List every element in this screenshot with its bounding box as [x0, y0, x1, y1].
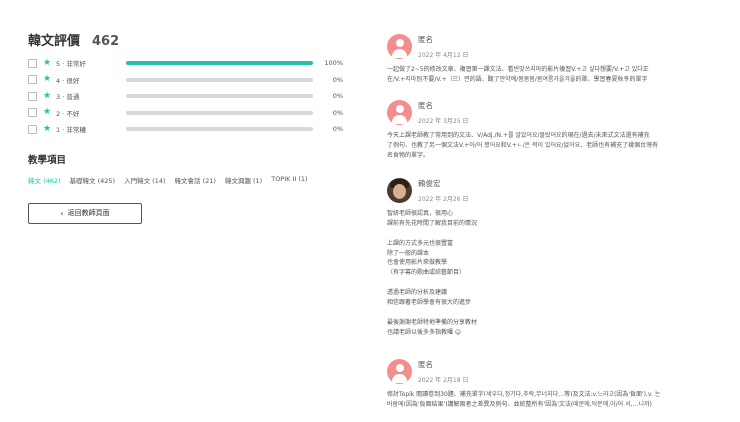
subject-tab-topik[interactable]: TOPIK II (1)	[271, 175, 307, 185]
review-text: 修討Topik 閱讀卷到30題、補充單字(세우다,정기다,추락,무너지다…等)及…	[387, 391, 661, 408]
review-item: 匿名 2022 年 4月12 日 一起做了2~5的修改文章、複習第一課文法、看뱐…	[387, 34, 707, 100]
chevron-left-icon: ‹	[60, 208, 64, 218]
review-text: 今天上課老師教了常用到的文法、V/Adj./N.+를 알았어요/몰랐어요的現在/…	[387, 132, 659, 159]
rating-row-3[interactable]: ★ 3 · 普通 0%	[28, 88, 348, 105]
ratings-header: 韓文評價 462	[28, 30, 348, 49]
rating-label: 5 · 非常好	[56, 60, 86, 69]
star-icon: ★	[43, 57, 52, 68]
rating-bar-fill	[126, 61, 313, 66]
subject-tabs: 韓文 (462) 基礎韓文 (425) 入門韓文 (14) 韓文會話 (21) …	[28, 175, 348, 185]
subject-tab-intro-korean[interactable]: 入門韓文 (14)	[124, 175, 165, 185]
reviewer-name: 匿名	[418, 101, 433, 110]
reviewer-name: 匿名	[418, 35, 433, 44]
rating-label: 2 · 不好	[56, 109, 80, 118]
rating-bar	[126, 110, 313, 115]
subject-tab-basic-korean[interactable]: 基礎韓文 (425)	[70, 175, 116, 185]
page-title: 韓文評價	[28, 34, 81, 49]
rating-percent: 0%	[332, 125, 343, 134]
subjects-title: 教學項目	[28, 154, 67, 166]
rating-checkbox[interactable]	[28, 75, 37, 85]
rating-checkbox[interactable]	[28, 91, 37, 101]
rating-percent: 0%	[332, 92, 343, 101]
rating-label: 1 · 非常糟	[56, 126, 86, 135]
rating-bar	[126, 77, 313, 82]
rating-percent: 0%	[332, 75, 343, 84]
default-avatar-icon	[387, 359, 412, 384]
review-date: 2022 年 2月26 日	[418, 196, 469, 203]
back-button-label: 返回教師頁面	[67, 209, 110, 217]
rating-percent: 0%	[332, 108, 343, 117]
review-item: 賴俊宏 2022 年 2月26 日 智妍老師很認真，很用心 課前有先花時間了解我…	[387, 178, 707, 359]
rating-checkbox[interactable]	[28, 108, 37, 118]
rating-percent: 100%	[324, 59, 343, 68]
rating-row-5[interactable]: ★ 5 · 非常好 100%	[28, 55, 348, 72]
rating-row-4[interactable]: ★ 4 · 很好 0%	[28, 72, 348, 89]
review-date: 2022 年 4月12 日	[418, 52, 469, 59]
reviewer-name: 匿名	[418, 360, 433, 369]
rating-label: 4 · 很好	[56, 76, 80, 85]
reviewer-name: 賴俊宏	[418, 179, 441, 188]
rating-row-2[interactable]: ★ 2 · 不好 0%	[28, 105, 348, 122]
review-date: 2022 年 3月25 日	[418, 118, 469, 125]
rating-checkbox[interactable]	[28, 58, 37, 68]
review-list: 匿名 2022 年 4月12 日 一起做了2~5的修改文章、複習第一課文法、看뱐…	[387, 34, 707, 410]
default-avatar-icon	[387, 34, 412, 59]
review-date: 2022 年 2月18 日	[418, 377, 469, 384]
rating-filter-list: ★ 5 · 非常好 100% ★ 4 · 很好 0% ★ 3 · 普通 0% ★…	[28, 55, 348, 138]
star-icon: ★	[43, 123, 52, 134]
subject-tab-interest[interactable]: 韓文興趣 (1)	[225, 175, 262, 185]
rating-row-1[interactable]: ★ 1 · 非常糟 0%	[28, 121, 348, 138]
subject-tab-korean[interactable]: 韓文 (462)	[28, 175, 61, 185]
user-photo-avatar	[387, 178, 412, 203]
review-text: 智妍老師很認真，很用心 課前有先花時間了解我目前的情況 上課的方式多元也很豐富 …	[387, 210, 478, 336]
rating-bar	[126, 127, 313, 132]
back-to-teacher-button[interactable]: ‹ 返回教師頁面	[28, 202, 142, 224]
rating-bar	[126, 94, 313, 99]
default-avatar-icon	[387, 100, 412, 125]
review-item: 匿名 2022 年 3月25 日 今天上課老師教了常用到的文法、V/Adj./N…	[387, 100, 707, 178]
rating-label: 3 · 普通	[56, 93, 80, 102]
rating-checkbox[interactable]	[28, 124, 37, 134]
star-icon: ★	[43, 74, 52, 85]
review-item: 匿名 2022 年 2月18 日 修討Topik 閱讀卷到30題、補充單字(세우…	[387, 359, 707, 410]
review-count: 462	[92, 34, 120, 49]
subject-tab-conversation[interactable]: 韓文會話 (21)	[175, 175, 216, 185]
review-text: 一起做了2~5的修改文章、複習第一課文法、看뱐맞쓰지마的影片複習V.+고 싶다想…	[387, 66, 649, 83]
star-icon: ★	[43, 90, 52, 101]
rating-bar	[126, 61, 313, 66]
star-icon: ★	[43, 107, 52, 118]
ratings-panel: 韓文評價 462 ★ 5 · 非常好 100% ★ 4 · 很好 0% ★ 3 …	[28, 30, 348, 224]
